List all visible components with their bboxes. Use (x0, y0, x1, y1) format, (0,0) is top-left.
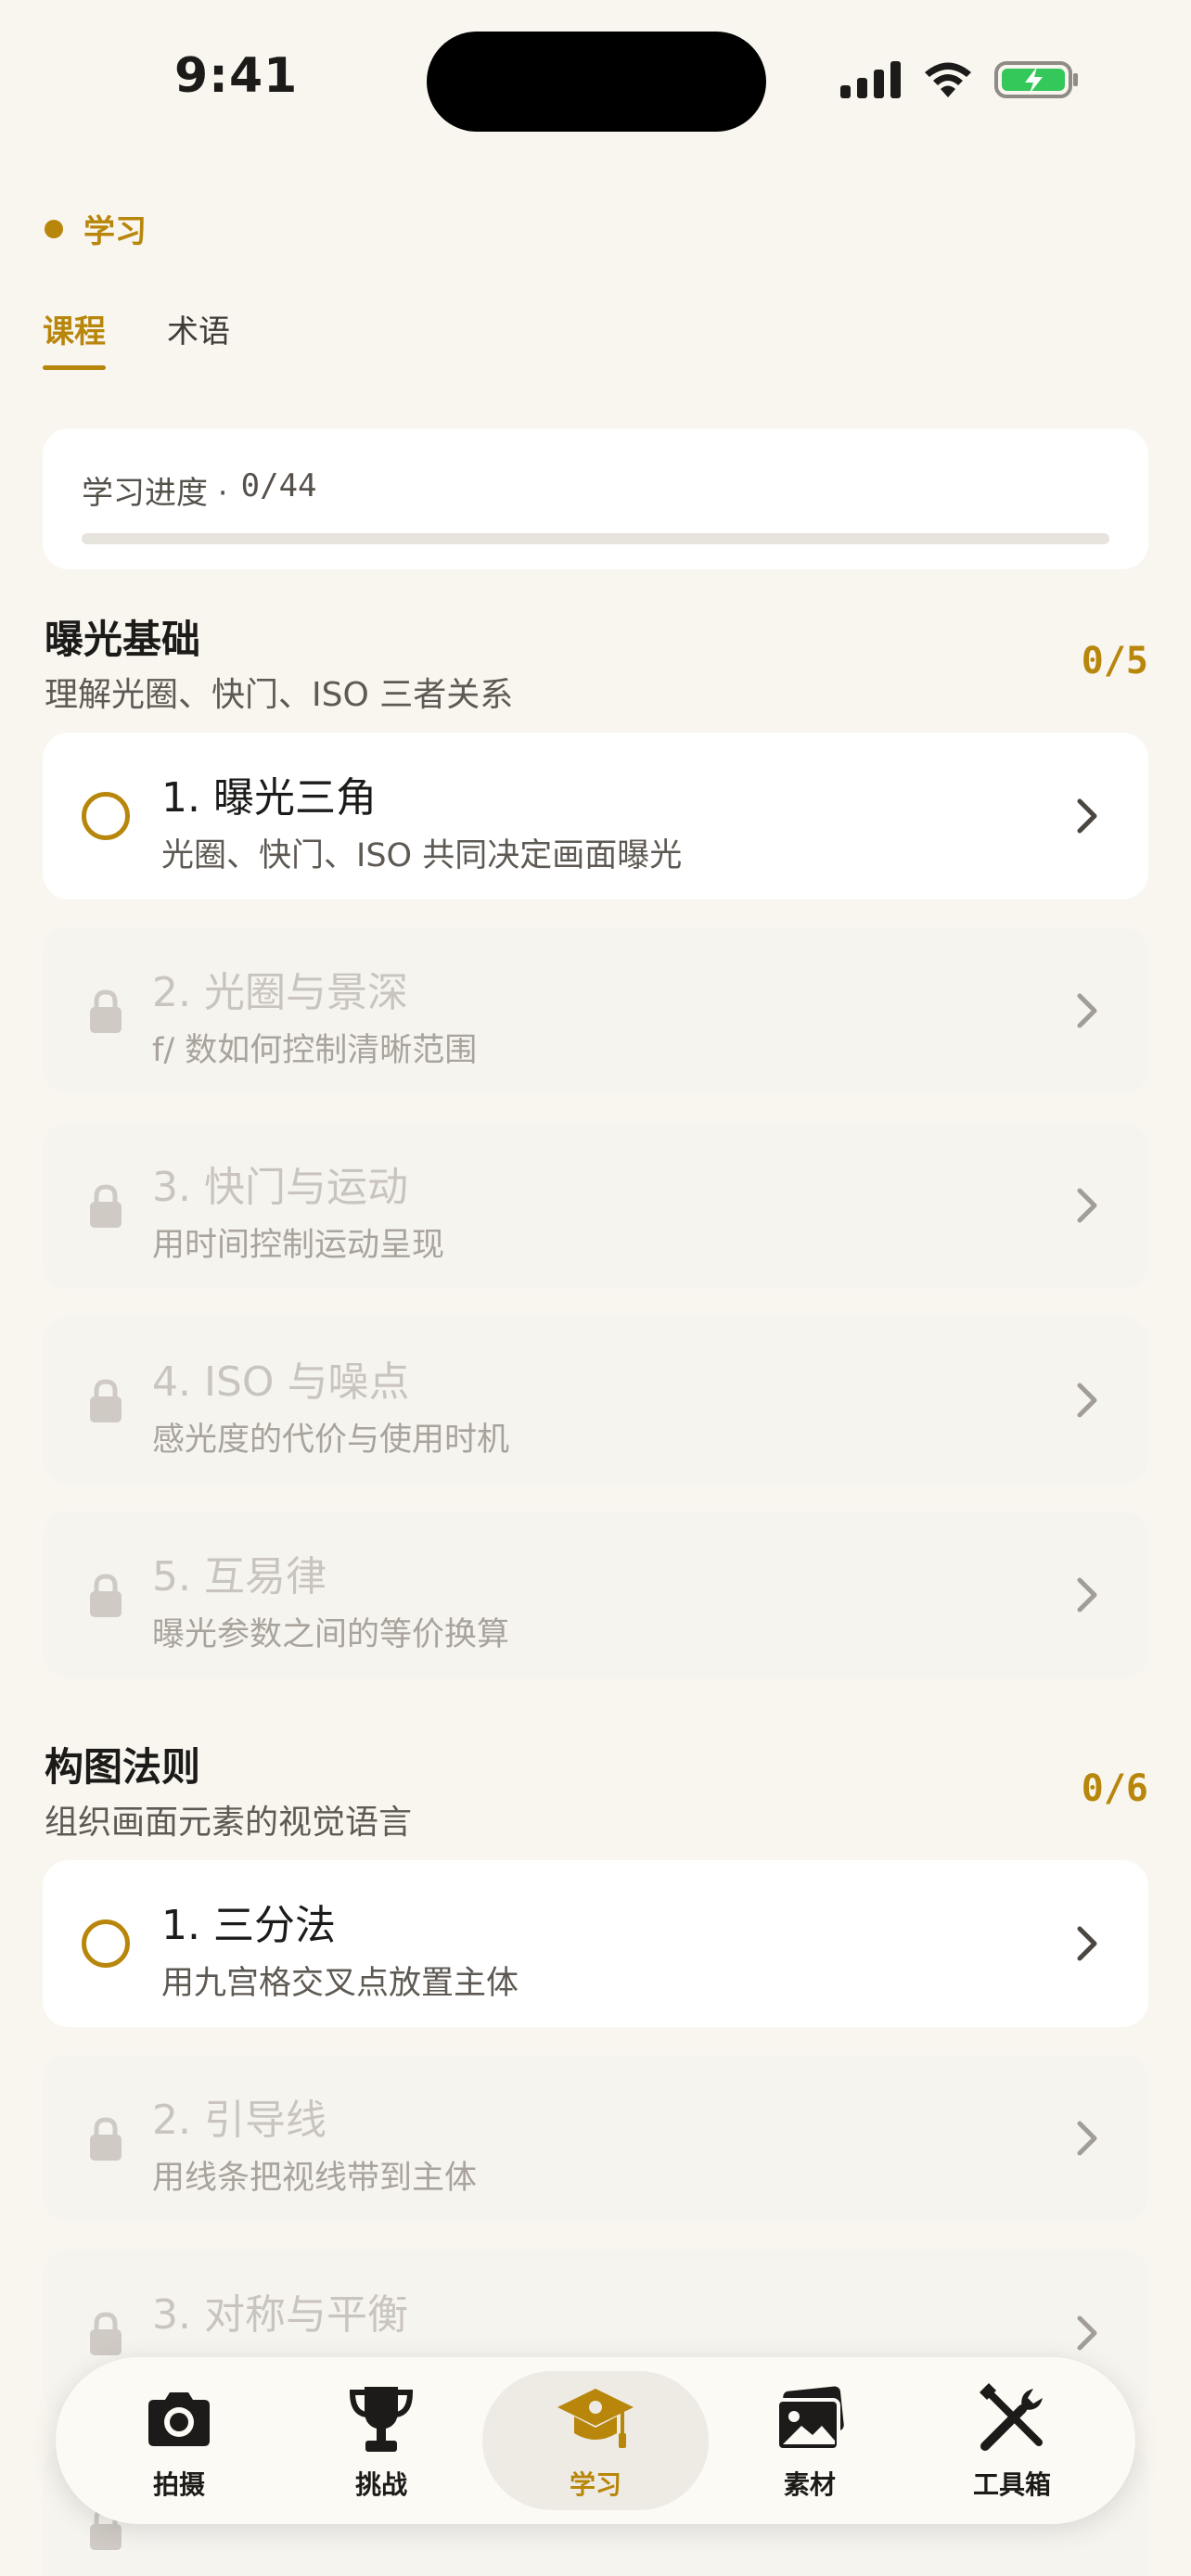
lesson-card-locked[interactable]: 4. ISO 与噪点 感光度的代价与使用时机 (43, 1317, 1148, 1484)
photos-icon (775, 2386, 844, 2452)
tabbar-item-shoot[interactable]: 拍摄 (78, 2371, 280, 2510)
page-title-text: 学习 (83, 213, 147, 250)
chevron-right-icon (1077, 2315, 1097, 2351)
lesson-card[interactable]: 1. 曝光三角 光圈、快门、ISO 共同决定画面曝光 (43, 733, 1148, 899)
lesson-subtitle: 用九宫格交叉点放置主体 (161, 1965, 519, 2002)
lesson-status (82, 792, 130, 840)
course-section-exposure: 曝光基础 理解光圈、快门、ISO 三者关系 0/5 1. 曝光三角 光圈、快门、… (43, 608, 1148, 1706)
course-section-count: 0/5 (1081, 640, 1148, 682)
bottom-tab-bar: 拍摄 挑战 学习 素材 工具箱 (56, 2357, 1135, 2524)
chevron-right-icon (1077, 1383, 1097, 1418)
lesson-title: 1. 曝光三角 (161, 774, 377, 822)
course-section-header: 构图法则 组织画面元素的视觉语言 0/6 (43, 1736, 1148, 1856)
title-dot (45, 219, 63, 238)
tab-bar-top: 课程 术语 (43, 306, 230, 370)
chevron-right-icon (1077, 993, 1097, 1028)
chevron-right-icon (1077, 1188, 1097, 1223)
status-time: 9:41 (174, 48, 299, 104)
progress-card: 学习进度 · 0/44 (43, 428, 1148, 569)
lesson-card-locked[interactable]: 2. 引导线 用线条把视线带到主体 (43, 2055, 1148, 2222)
tabbar-item-toolbox[interactable]: 工具箱 (911, 2371, 1113, 2510)
lesson-title: 2. 光圈与景深 (152, 969, 408, 1016)
chevron-right-icon (1077, 1577, 1097, 1613)
circle-icon (82, 1919, 130, 1968)
dynamic-island (427, 32, 766, 132)
lock-icon (90, 2117, 122, 2161)
wifi-icon (925, 62, 971, 97)
lesson-card[interactable]: 1. 三分法 用九宫格交叉点放置主体 (43, 1860, 1148, 2027)
page-title: 学习 (45, 206, 147, 251)
tabbar-item-learn[interactable]: 学习 (482, 2371, 709, 2510)
tabbar-label: 挑战 (355, 2469, 408, 2500)
lesson-subtitle: 光圈、快门、ISO 共同决定画面曝光 (161, 837, 683, 874)
course-section-count: 0/6 (1081, 1767, 1148, 1810)
progress-label-text: 学习进度 · (82, 475, 228, 512)
camera-icon (148, 2392, 211, 2446)
lesson-title: 4. ISO 与噪点 (152, 1358, 410, 1406)
course-section-title: 曝光基础 (45, 617, 201, 662)
lesson-title: 2. 引导线 (152, 2097, 327, 2144)
lesson-subtitle: 感光度的代价与使用时机 (152, 1422, 510, 1459)
lesson-title: 1. 三分法 (161, 1902, 336, 1949)
status-icons (840, 59, 1080, 100)
course-section-description: 组织画面元素的视觉语言 (45, 1804, 413, 1842)
chevron-right-icon (1077, 2121, 1097, 2156)
tab-glossary[interactable]: 术语 (167, 306, 230, 370)
tools-icon (979, 2383, 1043, 2451)
lock-icon (90, 1184, 122, 1228)
lesson-subtitle: 曝光参数之间的等价换算 (152, 1616, 510, 1653)
chevron-right-icon (1077, 1926, 1097, 1961)
battery-charging-icon (994, 61, 1078, 98)
lesson-title: 5. 互易律 (152, 1553, 327, 1600)
tab-courses[interactable]: 课程 (43, 306, 106, 370)
lesson-title: 3. 对称与平衡 (152, 2291, 408, 2339)
course-section-header: 曝光基础 理解光圈、快门、ISO 三者关系 0/5 (43, 608, 1148, 729)
course-section-title: 构图法则 (45, 1744, 201, 1790)
lesson-title: 3. 快门与运动 (152, 1164, 408, 1211)
tabbar-label: 拍摄 (153, 2469, 206, 2500)
lesson-subtitle: 用线条把视线带到主体 (152, 2160, 478, 2197)
lesson-status (82, 1919, 130, 1968)
lesson-card-locked[interactable]: 3. 快门与运动 用时间控制运动呈现 (43, 1122, 1148, 1289)
graduation-cap-icon (557, 2389, 634, 2448)
progress-count: 0/44 (240, 467, 317, 504)
lock-icon (90, 989, 122, 1033)
tabbar-label: 学习 (569, 2469, 621, 2500)
lesson-card-locked[interactable]: 5. 互易律 曝光参数之间的等价换算 (43, 1511, 1148, 1678)
progress-bar (82, 533, 1109, 544)
tabbar-label: 工具箱 (972, 2469, 1051, 2500)
lock-icon (90, 1379, 122, 1422)
course-section-description: 理解光圈、快门、ISO 三者关系 (45, 676, 514, 714)
cellular-signal-icon (840, 61, 901, 98)
status-bar: 9:41 (0, 0, 1191, 148)
tabbar-item-assets[interactable]: 素材 (709, 2371, 911, 2510)
lock-icon (90, 1574, 122, 1617)
lesson-subtitle: 用时间控制运动呈现 (152, 1227, 445, 1264)
lesson-card-locked[interactable]: 2. 光圈与景深 f/ 数如何控制清晰范围 (43, 927, 1148, 1094)
trophy-icon (350, 2387, 414, 2452)
lock-icon (90, 2312, 122, 2355)
chevron-right-icon (1077, 798, 1097, 834)
tabbar-label: 素材 (783, 2469, 836, 2500)
progress-label: 学习进度 · 0/44 (82, 467, 1109, 513)
circle-icon (82, 792, 130, 840)
tabbar-item-challenge[interactable]: 挑战 (280, 2371, 482, 2510)
lesson-subtitle: f/ 数如何控制清晰范围 (152, 1032, 478, 1069)
